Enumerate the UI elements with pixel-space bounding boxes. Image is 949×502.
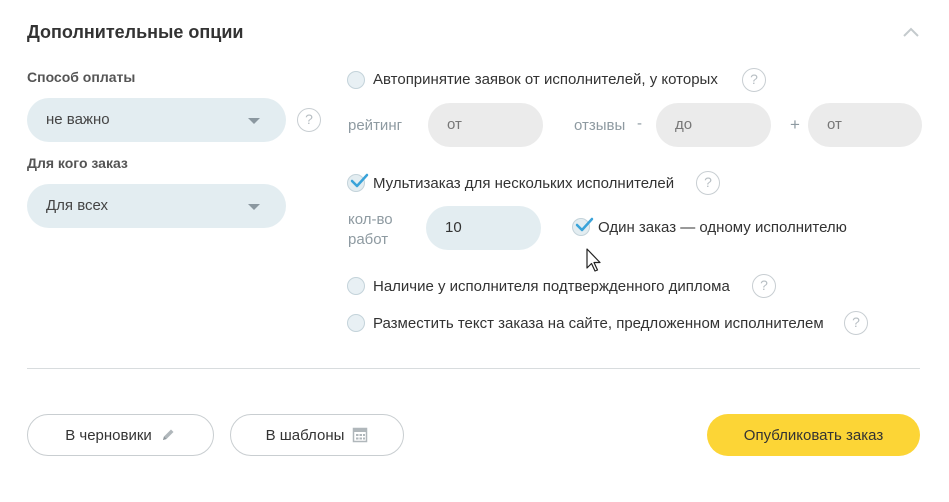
section-title: Дополнительные опции [27, 22, 244, 42]
audience-select[interactable]: Для всех [27, 184, 286, 228]
minus-sign: - [637, 115, 642, 132]
mouse-cursor-icon [586, 248, 602, 279]
help-icon[interactable]: ? [752, 274, 776, 298]
help-icon[interactable]: ? [742, 68, 766, 92]
work-count-label: кол-во работ [348, 211, 393, 248]
save-template-button[interactable]: В шаблоны [230, 414, 404, 456]
work-count-input[interactable]: 10 [426, 206, 541, 250]
reviews-positive-from-input[interactable]: от [808, 103, 922, 147]
diploma-checkbox[interactable] [347, 277, 365, 295]
payment-method-label: Способ оплаты [27, 69, 136, 85]
autoaccept-label: Автопринятие заявок от исполнителей, у к… [373, 71, 718, 88]
save-template-label: В шаблоны [265, 426, 345, 444]
help-icon[interactable]: ? [844, 311, 868, 335]
multiorder-label: Мультизаказ для нескольких исполнителей [373, 175, 675, 192]
chevron-down-icon [248, 204, 260, 210]
plus-sign: + [790, 115, 800, 134]
template-icon [353, 427, 368, 443]
diploma-label: Наличие у исполнителя подтвержденного ди… [373, 278, 730, 295]
publish-order-button[interactable]: Опубликовать заказ [707, 414, 920, 456]
audience-label: Для кого заказ [27, 155, 128, 171]
save-draft-label: В черновики [65, 426, 152, 444]
autoaccept-checkbox[interactable] [347, 71, 365, 89]
one-per-executor-label: Один заказ — одному исполнителю [598, 219, 847, 236]
reviews-label: отзывы [574, 117, 626, 134]
divider [27, 368, 920, 369]
payment-method-value: не важно [46, 111, 110, 128]
pencil-icon [162, 429, 174, 440]
audience-value: Для всех [46, 197, 109, 214]
help-icon[interactable]: ? [696, 171, 720, 195]
multiorder-checkbox[interactable] [347, 173, 369, 192]
checkmark-icon [575, 217, 594, 232]
rating-label: рейтинг [348, 117, 403, 134]
payment-method-select[interactable]: не важно [27, 98, 286, 142]
publish-text-label: Разместить текст заказа на сайте, предло… [373, 315, 824, 332]
help-icon[interactable]: ? [297, 108, 321, 132]
one-per-executor-checkbox[interactable] [572, 217, 594, 236]
checkmark-icon [350, 173, 369, 188]
rating-from-input[interactable]: от [428, 103, 543, 147]
save-draft-button[interactable]: В черновики [27, 414, 214, 456]
chevron-down-icon [248, 118, 260, 124]
reviews-negative-to-input[interactable]: до [656, 103, 771, 147]
collapse-chevron-icon[interactable] [898, 22, 924, 42]
publish-text-checkbox[interactable] [347, 314, 365, 332]
